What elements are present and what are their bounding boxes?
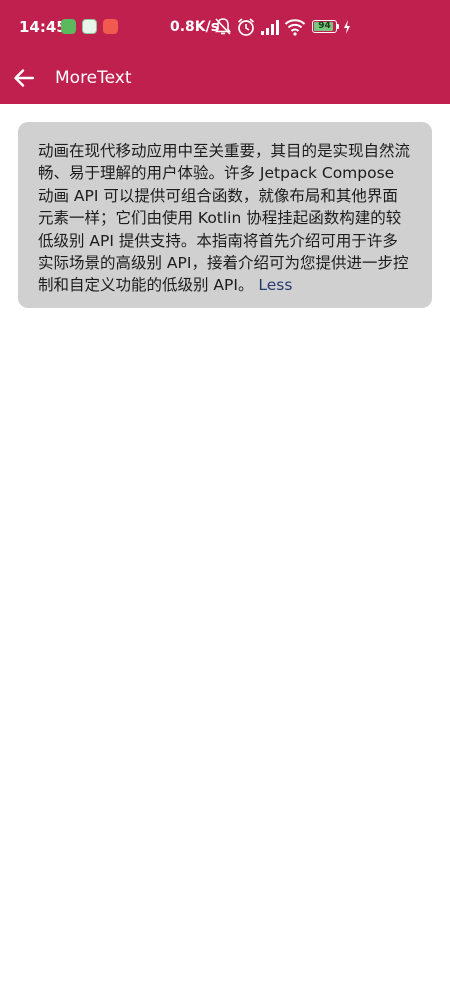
charging-icon <box>344 20 350 34</box>
network-speed: 0.8K/s <box>170 19 220 35</box>
signal-icon <box>261 20 279 35</box>
paragraph-text: 动画在现代移动应用中至关重要，其目的是实现自然流畅、易于理解的用户体验。许多 J… <box>38 142 411 295</box>
arrow-back-icon <box>14 69 35 87</box>
status-time: 14:45 <box>19 18 67 36</box>
expandable-text: 动画在现代移动应用中至关重要，其目的是实现自然流畅、易于理解的用户体验。许多 J… <box>38 140 412 297</box>
back-button[interactable] <box>4 58 44 98</box>
alarm-icon <box>237 18 255 36</box>
battery-icon: 94 <box>312 20 337 33</box>
translate-app-icon <box>82 19 97 34</box>
notification-app-icon <box>61 19 76 34</box>
page-title: MoreText <box>55 68 132 88</box>
status-bar: 14:45 0.8K/s 94 <box>0 0 450 52</box>
expandable-text-card: 动画在现代移动应用中至关重要，其目的是实现自然流畅、易于理解的用户体验。许多 J… <box>18 122 432 308</box>
wifi-icon <box>284 19 306 36</box>
video-app-icon <box>103 19 118 34</box>
mute-icon <box>215 18 231 35</box>
battery-level: 94 <box>318 21 331 31</box>
app-bar: MoreText <box>0 52 450 104</box>
less-toggle-link[interactable]: Less <box>258 276 292 294</box>
